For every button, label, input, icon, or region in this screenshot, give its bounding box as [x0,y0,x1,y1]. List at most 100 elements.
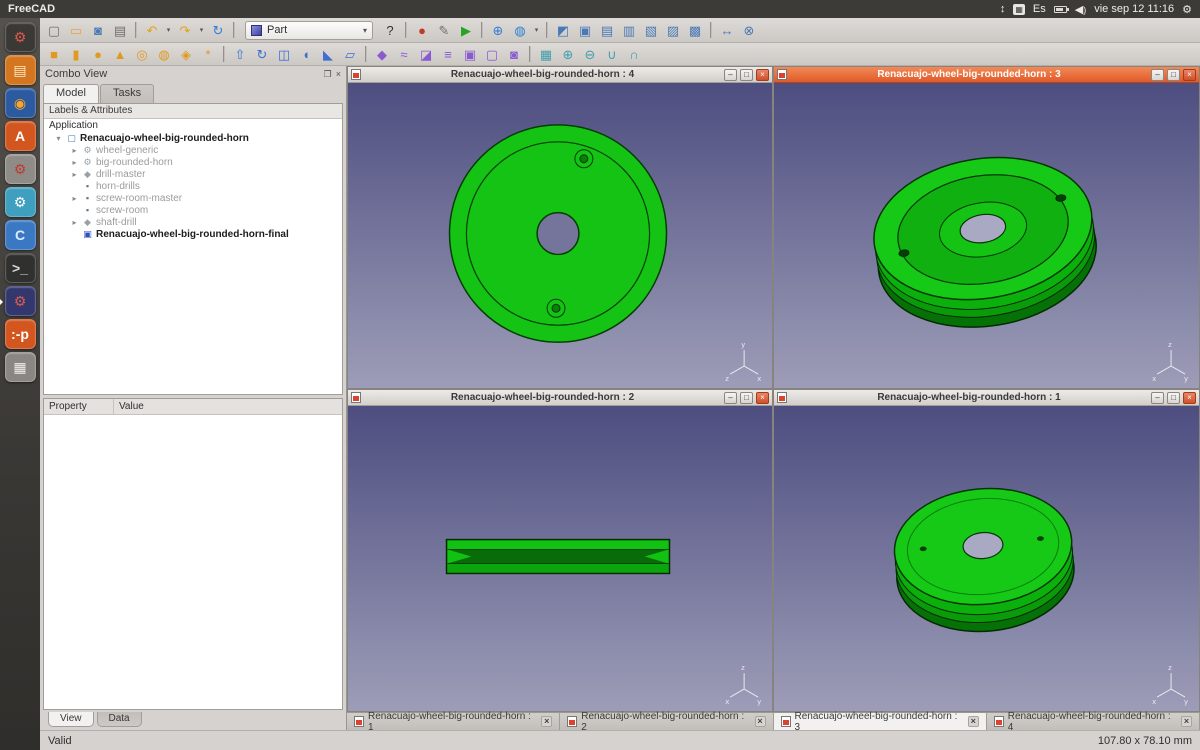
close-button[interactable]: × [1183,392,1196,404]
launcher-terminal[interactable]: >_ [5,253,36,283]
tree-item[interactable]: ▸ ◆ drill-master [44,168,342,180]
combo-view-tab[interactable]: Tasks [100,84,154,103]
thickness-icon[interactable]: ◙ [504,44,524,64]
part-tube-icon[interactable]: ◍ [154,44,174,64]
maximize-button[interactable]: □ [740,392,753,404]
launcher-update-manager[interactable]: ⚙ [5,154,36,184]
launcher-pinta[interactable]: :-p [5,319,36,349]
document-tab[interactable]: Renacuajo-wheel-big-rounded-horn : 1 × [347,713,560,730]
extrude-icon[interactable]: ⇧ [230,44,250,64]
workbench-selector[interactable]: Part ▾ [245,21,373,40]
keyboard-layout-indicator[interactable]: Es [1033,3,1046,15]
launcher-freecad[interactable]: ⚙ [5,286,36,316]
mirror-icon[interactable]: ◫ [274,44,294,64]
close-tab-icon[interactable]: × [968,716,979,727]
close-tab-icon[interactable]: × [541,716,552,727]
launcher-firefox[interactable]: ◉ [5,88,36,118]
tree-application-root[interactable]: Application [44,119,342,132]
viewport-3d-front[interactable]: y z x [348,83,772,388]
combo-view-titlebar[interactable]: Combo View ❐ × [40,66,346,82]
expander-icon[interactable]: ▸ [70,170,79,179]
redo-dropdown-icon[interactable]: ▾ [197,20,206,40]
part-primitives-icon[interactable]: ◈ [176,44,196,64]
tree-item[interactable]: ▪ screw-room [44,204,342,216]
maximize-button[interactable]: □ [740,69,753,81]
measure-distance-icon[interactable]: ↔ [717,20,737,40]
view-window-3-titlebar[interactable]: Renacuajo-wheel-big-rounded-horn : 3 – □… [774,67,1199,83]
view-right-icon[interactable]: ▥ [619,20,639,40]
document-tab[interactable]: Renacuajo-wheel-big-rounded-horn : 3 × [774,713,987,730]
compound-icon[interactable]: ▦ [536,44,556,64]
view-left-icon[interactable]: ▩ [685,20,705,40]
print-icon[interactable]: ▤ [110,20,130,40]
expander-icon[interactable]: ▸ [70,194,79,203]
union-icon[interactable]: ∪ [602,44,622,64]
minimize-button[interactable]: – [724,69,737,81]
document-tab[interactable]: Renacuajo-wheel-big-rounded-horn : 2 × [560,713,773,730]
view-front-icon[interactable]: ▣ [575,20,595,40]
close-button[interactable]: × [756,69,769,81]
close-button[interactable]: × [1183,69,1196,81]
part-cone-icon[interactable]: ▲ [110,44,130,64]
redo-icon[interactable]: ↷ [175,20,195,40]
minimize-button[interactable]: – [1151,69,1164,81]
fillet-icon[interactable]: ◖ [296,44,316,64]
tree-item[interactable]: ▸ ◆ shaft-drill [44,216,342,228]
macro-execute-icon[interactable]: ▶ [456,20,476,40]
view-window-2-titlebar[interactable]: Renacuajo-wheel-big-rounded-horn : 2 – □… [348,390,772,406]
clock[interactable]: vie sep 12 11:16 [1094,3,1174,15]
part-sphere-icon[interactable]: ● [88,44,108,64]
volume-icon[interactable]: ◀) [1075,3,1086,16]
expander-icon[interactable]: ▸ [70,218,79,227]
tree-item[interactable]: ▸ ⚙ wheel-generic [44,144,342,156]
float-panel-icon[interactable]: ❐ [324,69,332,80]
expander-icon[interactable]: ▸ [70,146,79,155]
close-tab-icon[interactable]: × [1181,716,1192,727]
section-icon[interactable]: ◪ [416,44,436,64]
tree-item[interactable]: ▾ ▢ Renacuajo-wheel-big-rounded-horn [44,132,342,144]
cut-icon[interactable]: ⊖ [580,44,600,64]
viewport-3d-isometric[interactable]: z x y [774,406,1199,711]
close-panel-icon[interactable]: × [336,69,341,80]
cross-sections-icon[interactable]: ≡ [438,44,458,64]
property-view-tab[interactable]: Data [97,712,142,727]
refresh-icon[interactable]: ↻ [208,20,228,40]
draw-style-icon[interactable]: ◍ [510,20,530,40]
launcher-workspace-switcher[interactable]: ▦ [5,352,36,382]
offset-3d-icon[interactable]: ▣ [460,44,480,64]
viewport-3d-side[interactable]: z x y [348,406,772,711]
tree-item[interactable]: ▸ ▪ screw-room-master [44,192,342,204]
boolean-icon[interactable]: ⊕ [558,44,578,64]
maximize-button[interactable]: □ [1167,69,1180,81]
new-document-icon[interactable]: ▢ [44,20,64,40]
loft-icon[interactable]: ◆ [372,44,392,64]
view-rear-icon[interactable]: ▧ [641,20,661,40]
minimize-button[interactable]: – [724,392,737,404]
launcher-software-center[interactable]: A [5,121,36,151]
view-window-1-titlebar[interactable]: Renacuajo-wheel-big-rounded-horn : 1 – □… [774,390,1199,406]
minimize-button[interactable]: – [1151,392,1164,404]
intersection-icon[interactable]: ∩ [624,44,644,64]
part-box-icon[interactable]: ■ [44,44,64,64]
expander-icon[interactable]: ▸ [70,158,79,167]
tree-item[interactable]: ▣ Renacuajo-wheel-big-rounded-horn-final [44,228,342,240]
view-axonometric-icon[interactable]: ◩ [553,20,573,40]
measure-clear-icon[interactable]: ⊗ [739,20,759,40]
macro-record-icon[interactable]: ● [412,20,432,40]
tree-item[interactable]: ▸ ⚙ big-rounded-horn [44,156,342,168]
launcher-system-settings[interactable]: ⚙ [5,187,36,217]
macro-edit-icon[interactable]: ✎ [434,20,454,40]
shape-builder-icon[interactable]: * [198,44,218,64]
keyboard-icon[interactable]: ▦ [1013,4,1025,15]
view-top-icon[interactable]: ▤ [597,20,617,40]
view-bottom-icon[interactable]: ▨ [663,20,683,40]
part-cylinder-icon[interactable]: ▮ [66,44,86,64]
launcher-chromium[interactable]: C [5,220,36,250]
save-icon[interactable]: ◙ [88,20,108,40]
input-indicator-icon[interactable]: ↕ [1000,3,1006,15]
undo-dropdown-icon[interactable]: ▾ [164,20,173,40]
undo-icon[interactable]: ↶ [142,20,162,40]
revolve-icon[interactable]: ↻ [252,44,272,64]
property-view-tab[interactable]: View [48,712,94,727]
sweep-icon[interactable]: ≈ [394,44,414,64]
